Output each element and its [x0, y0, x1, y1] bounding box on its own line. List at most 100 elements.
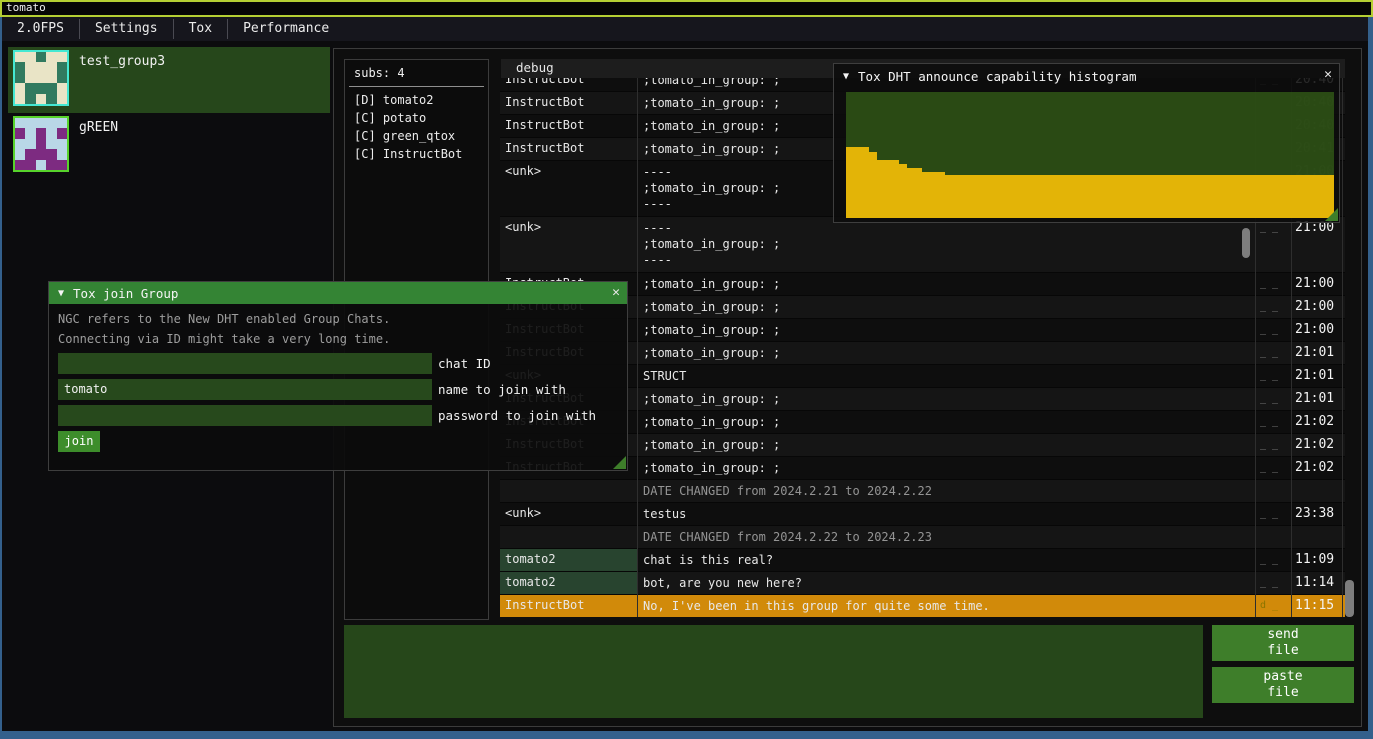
group-avatar: [13, 116, 69, 172]
message-flags: _ _: [1255, 342, 1291, 364]
peer-item[interactable]: [D] tomato2: [345, 91, 488, 109]
join-name-input[interactable]: tomato: [58, 379, 432, 400]
histogram-bar: [1151, 175, 1159, 218]
histogram-bar: [1166, 175, 1174, 218]
message-time: 11:09: [1291, 549, 1345, 571]
group-name: gREEN: [69, 113, 118, 175]
sender-name: InstructBot: [500, 595, 637, 617]
close-icon[interactable]: ✕: [612, 285, 620, 300]
join-password-input[interactable]: [58, 405, 432, 426]
histogram-bar: [854, 147, 862, 218]
message-text: testus: [637, 503, 1255, 525]
resize-grip[interactable]: [1325, 208, 1338, 221]
histogram-bar: [1227, 175, 1235, 218]
message-row[interactable]: <unk>testus_ _23:38: [500, 503, 1345, 526]
message-row[interactable]: tomato2bot, are you new here?_ _11:14: [500, 572, 1345, 595]
message-text: No, I've been in this group for quite so…: [637, 595, 1255, 617]
menu-item-tox[interactable]: Tox: [174, 17, 227, 41]
histogram-bar: [1060, 175, 1068, 218]
chat-id-input[interactable]: [58, 353, 432, 374]
message-flags: _ _: [1255, 217, 1291, 272]
histogram-bar: [1258, 175, 1266, 218]
histogram-bar: [1281, 175, 1289, 218]
system-row[interactable]: DATE CHANGED from 2024.2.22 to 2024.2.23: [500, 526, 1345, 549]
join-name-label: name to join with: [438, 379, 566, 397]
collapse-icon[interactable]: ▼: [58, 288, 64, 299]
histogram-bar: [983, 175, 991, 218]
histogram-bar: [930, 172, 938, 218]
menu-item-settings[interactable]: Settings: [80, 17, 173, 41]
message-text: ;tomato_in_group: ;: [637, 411, 1255, 433]
histogram-bar: [1143, 175, 1151, 218]
join-group-titlebar[interactable]: ▼ Tox join Group: [49, 282, 627, 304]
sender-name: tomato2: [500, 549, 637, 571]
sender-name: InstructBot: [500, 115, 637, 137]
message-row[interactable]: tomato2chat is this real?_ _11:09: [500, 549, 1345, 572]
histogram-bar: [1014, 175, 1022, 218]
peer-item[interactable]: [C] potato: [345, 109, 488, 127]
send-file-button[interactable]: send file: [1212, 625, 1354, 661]
histogram-bar: [1220, 175, 1228, 218]
histogram-bar: [1235, 175, 1243, 218]
histogram-bar: [1250, 175, 1258, 218]
group-item-test_group3[interactable]: test_group3: [8, 47, 330, 113]
histogram-bar: [1105, 175, 1113, 218]
message-flags: _ _: [1255, 457, 1291, 479]
menu-item-performance[interactable]: Performance: [228, 17, 344, 41]
peer-item[interactable]: [C] InstructBot: [345, 145, 488, 163]
join-info-line: Connecting via ID might take a very long…: [58, 332, 390, 346]
group-item-gREEN[interactable]: gREEN: [8, 113, 330, 175]
message-row[interactable]: <unk>---- ;tomato_in_group: ; ----_ _21:…: [500, 217, 1345, 273]
histogram-bar: [1052, 175, 1060, 218]
histogram-bar: [1197, 175, 1205, 218]
histogram-bar: [892, 160, 900, 218]
close-icon[interactable]: ✕: [1324, 67, 1332, 82]
message-time: 21:01: [1291, 342, 1345, 364]
sender-name: InstructBot: [500, 78, 637, 91]
peer-item[interactable]: [C] green_qtox: [345, 127, 488, 145]
message-flags: _ _: [1255, 411, 1291, 433]
message-flags: d _: [1255, 595, 1291, 617]
message-time: [1291, 480, 1345, 502]
histogram-bar: [869, 152, 877, 218]
join-button[interactable]: join: [58, 431, 100, 452]
message-text: ;tomato_in_group: ;: [637, 319, 1255, 341]
window-border-left: [0, 17, 2, 739]
histogram-bar: [915, 168, 923, 218]
histogram-bar: [1044, 175, 1052, 218]
join-password-label: password to join with: [438, 405, 596, 423]
message-input[interactable]: [344, 625, 1203, 718]
histogram-bar: [1075, 175, 1083, 218]
message-text: ;tomato_in_group: ;: [637, 388, 1255, 410]
histogram-bar: [1136, 175, 1144, 218]
message-text: ---- ;tomato_in_group: ; ----: [637, 217, 1255, 272]
message-time: 21:00: [1291, 296, 1345, 318]
histogram-bar: [938, 172, 946, 218]
window-border-bottom: [0, 731, 1373, 739]
collapse-icon[interactable]: ▼: [843, 71, 849, 82]
histogram-bar: [1182, 175, 1190, 218]
dht-histogram-titlebar[interactable]: ▼ Tox DHT announce capability histogram: [834, 64, 1339, 88]
menu-bar: 2.0FPSSettingsToxPerformance: [2, 17, 1368, 41]
chat-scrollbar-thumb[interactable]: [1345, 580, 1354, 617]
menu-item-2-0fps[interactable]: 2.0FPS: [2, 17, 79, 41]
sender-name: InstructBot: [500, 138, 637, 160]
histogram-bar: [991, 175, 999, 218]
histogram-bar: [960, 175, 968, 218]
histogram-bar: [1098, 175, 1106, 218]
message-time: 21:00: [1291, 273, 1345, 295]
message-text: ;tomato_in_group: ;: [637, 434, 1255, 456]
histogram-bar: [1265, 175, 1273, 218]
inner-scrollbar-thumb[interactable]: [1242, 228, 1250, 258]
system-row[interactable]: DATE CHANGED from 2024.2.21 to 2024.2.22: [500, 480, 1345, 503]
paste-file-button[interactable]: paste file: [1212, 667, 1354, 703]
peers-count: subs: 4: [345, 60, 488, 80]
histogram-bar: [846, 147, 854, 218]
message-row[interactable]: InstructBotNo, I've been in this group f…: [500, 595, 1345, 617]
os-titlebar[interactable]: tomato: [0, 0, 1373, 17]
message-flags: _ _: [1255, 273, 1291, 295]
resize-grip[interactable]: [613, 456, 626, 469]
histogram-bar: [1121, 175, 1129, 218]
message-text: bot, are you new here?: [637, 572, 1255, 594]
sender-name: tomato2: [500, 572, 637, 594]
